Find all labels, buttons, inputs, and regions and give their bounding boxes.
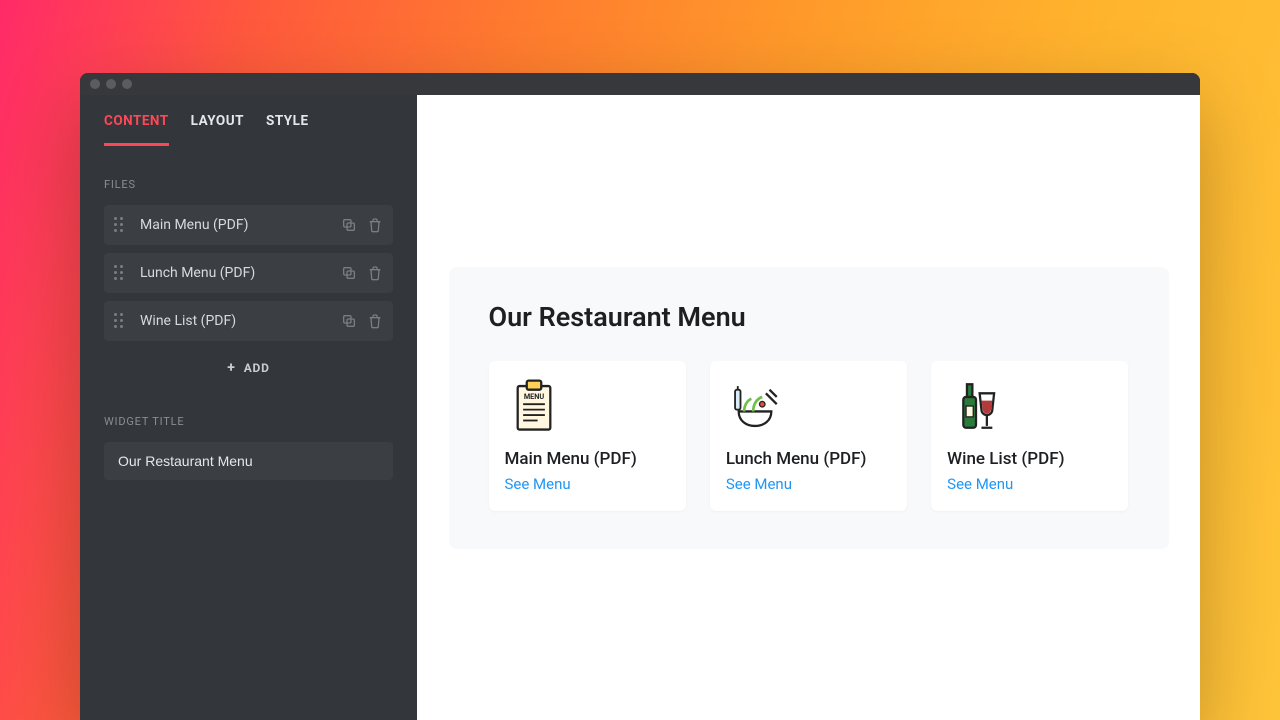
card-link[interactable]: See Menu	[947, 475, 1112, 493]
card-title: Wine List (PDF)	[947, 449, 1112, 469]
add-file-button[interactable]: + ADD	[104, 349, 393, 387]
file-row[interactable]: Lunch Menu (PDF)	[104, 253, 393, 293]
file-name: Main Menu (PDF)	[140, 217, 341, 233]
menu-clipboard-icon: MENU	[505, 377, 563, 435]
widget-title-input[interactable]	[104, 442, 393, 480]
card-title: Main Menu (PDF)	[505, 449, 670, 469]
duplicate-icon[interactable]	[341, 217, 357, 233]
duplicate-icon[interactable]	[341, 265, 357, 281]
card-title: Lunch Menu (PDF)	[726, 449, 891, 469]
menu-card: MENU Main Menu (PDF) See Menu	[489, 361, 686, 511]
card-row: MENU Main Menu (PDF) See Menu	[489, 361, 1129, 511]
tab-content[interactable]: CONTENT	[104, 113, 169, 146]
file-row[interactable]: Wine List (PDF)	[104, 301, 393, 341]
widget-title: Our Restaurant Menu	[489, 301, 1129, 333]
duplicate-icon[interactable]	[341, 313, 357, 329]
drag-handle-icon[interactable]	[114, 217, 128, 233]
menu-card: Wine List (PDF) See Menu	[931, 361, 1128, 511]
window-titlebar	[80, 73, 1200, 95]
file-name: Lunch Menu (PDF)	[140, 265, 341, 281]
editor-window: CONTENT LAYOUT STYLE FILES Main Menu (PD…	[80, 73, 1200, 720]
tab-style[interactable]: STYLE	[266, 113, 309, 145]
file-name: Wine List (PDF)	[140, 313, 341, 329]
tab-layout[interactable]: LAYOUT	[191, 113, 244, 145]
sidebar: CONTENT LAYOUT STYLE FILES Main Menu (PD…	[80, 95, 417, 720]
menu-card: Lunch Menu (PDF) See Menu	[710, 361, 907, 511]
delete-icon[interactable]	[367, 313, 383, 329]
sidebar-tabs: CONTENT LAYOUT STYLE	[104, 113, 393, 146]
delete-icon[interactable]	[367, 217, 383, 233]
files-section-label: FILES	[104, 178, 393, 191]
salad-bowl-icon	[726, 377, 784, 435]
menu-widget: Our Restaurant Menu MENU Main Menu (P	[449, 267, 1169, 549]
window-control-close[interactable]	[90, 79, 100, 89]
card-link[interactable]: See Menu	[505, 475, 670, 493]
window-body: CONTENT LAYOUT STYLE FILES Main Menu (PD…	[80, 95, 1200, 720]
window-control-maximize[interactable]	[122, 79, 132, 89]
drag-handle-icon[interactable]	[114, 313, 128, 329]
file-row[interactable]: Main Menu (PDF)	[104, 205, 393, 245]
window-control-minimize[interactable]	[106, 79, 116, 89]
wine-bottle-glass-icon	[947, 377, 1005, 435]
widget-title-section-label: WIDGET TITLE	[104, 415, 393, 428]
card-link[interactable]: See Menu	[726, 475, 891, 493]
preview-pane: Our Restaurant Menu MENU Main Menu (P	[417, 95, 1200, 720]
drag-handle-icon[interactable]	[114, 265, 128, 281]
svg-text:MENU: MENU	[523, 391, 544, 400]
delete-icon[interactable]	[367, 265, 383, 281]
plus-icon: +	[227, 361, 235, 375]
add-button-label: ADD	[244, 361, 270, 375]
